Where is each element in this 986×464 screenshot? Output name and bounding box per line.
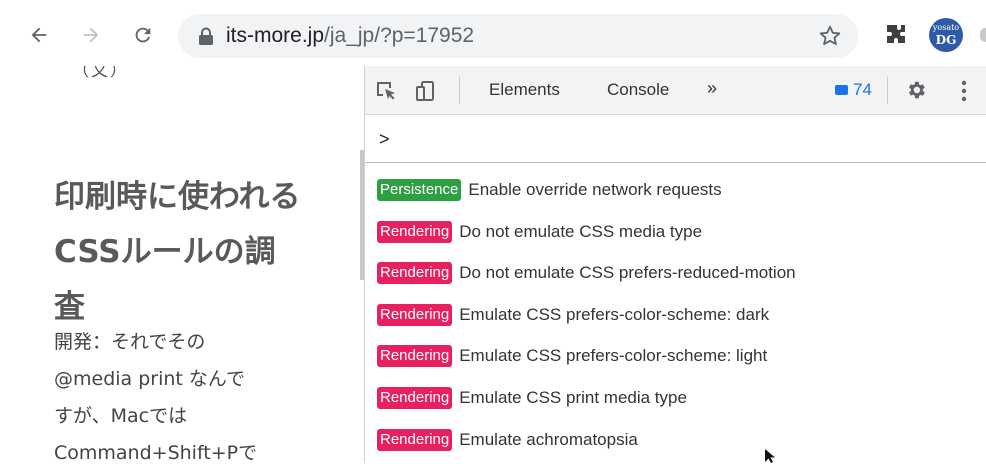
article-body-line: 開発：それでその — [54, 331, 206, 353]
star-icon[interactable] — [818, 24, 842, 48]
command-item[interactable]: Rendering Do not emulate CSS prefers-redu… — [377, 259, 796, 287]
command-label: Do not emulate CSS media type — [459, 222, 703, 241]
command-label: Enable override network requests — [468, 180, 722, 199]
tab-separator — [887, 76, 888, 104]
browser-toolbar: its-more.jp/ja_jp/?p=17952 yosato DG — [0, 0, 986, 66]
command-label: Emulate CSS print media type — [459, 388, 687, 407]
command-category-badge: Rendering — [377, 345, 453, 367]
article-title-line: CSSルールの調 — [54, 234, 276, 270]
devtools-tabbar: Elements Console » 74 — [365, 66, 986, 115]
issues-count: 74 — [853, 80, 872, 99]
avatar-line1: yosato — [932, 23, 960, 32]
command-item[interactable]: Rendering Do not emulate CSS media type — [377, 218, 702, 246]
command-item[interactable]: Rendering Emulate CSS prefers-color-schem… — [377, 342, 767, 370]
article-title-line: 印刷時に使われる — [54, 179, 301, 215]
clipped-top-text: （又） — [72, 66, 129, 80]
puzzle-icon[interactable] — [884, 22, 908, 46]
command-category-badge: Rendering — [377, 262, 453, 284]
command-label: Emulate CSS prefers-color-scheme: light — [459, 346, 768, 365]
reload-icon[interactable] — [130, 22, 156, 48]
profile-menu-edge[interactable] — [980, 28, 986, 42]
avatar-line2: DG — [935, 33, 957, 47]
forward-arrow-icon[interactable] — [78, 22, 104, 48]
command-category-badge: Rendering — [377, 221, 453, 243]
device-toolbar-icon[interactable] — [415, 80, 437, 102]
tab-console[interactable]: Console — [607, 80, 669, 100]
command-category-badge: Rendering — [377, 429, 453, 451]
command-item[interactable]: Rendering Emulate CSS print media type — [377, 384, 687, 412]
command-label: Emulate achromatopsia — [459, 430, 638, 449]
message-icon — [835, 85, 848, 95]
mouse-cursor-icon — [765, 449, 775, 463]
command-label: Do not emulate CSS prefers-reduced-motio… — [459, 263, 796, 282]
command-item[interactable]: Persistence Enable override network reque… — [377, 176, 722, 204]
lock-icon[interactable] — [198, 27, 214, 45]
url-text[interactable]: its-more.jp/ja_jp/?p=17952 — [226, 24, 474, 48]
command-category-badge: Rendering — [377, 387, 453, 409]
command-menu-input-container — [365, 115, 986, 163]
more-tabs-button[interactable]: » — [707, 78, 717, 99]
article-body-line: @media print なんで — [54, 368, 245, 390]
command-label: Emulate CSS prefers-color-scheme: dark — [459, 305, 770, 324]
command-menu-input[interactable] — [377, 123, 971, 155]
issues-counter[interactable]: 74 — [835, 80, 872, 100]
address-bar[interactable]: its-more.jp/ja_jp/?p=17952 — [178, 14, 858, 58]
kebab-menu-icon[interactable] — [961, 80, 967, 102]
tab-separator — [459, 76, 460, 104]
url-domain: its-more.jp — [226, 24, 325, 47]
article-body: 開発：それでその @media print なんで すが、Macでは Comma… — [54, 324, 324, 463]
command-category-badge: Persistence — [377, 179, 462, 201]
page-content: （又） 印刷時に使われる CSSルールの調 査 開発：それでその @media … — [0, 66, 358, 463]
article-title: 印刷時に使われる CSSルールの調 査 — [54, 170, 334, 335]
gear-icon[interactable] — [905, 79, 927, 101]
command-category-badge: Rendering — [377, 304, 453, 326]
back-arrow-icon[interactable] — [26, 22, 52, 48]
devtools-panel: Elements Console » 74 Persistence Enable … — [364, 66, 986, 463]
article-body-line: すが、Macでは — [54, 405, 188, 427]
command-item[interactable]: Rendering Emulate CSS prefers-color-schem… — [377, 301, 769, 329]
command-item[interactable]: Rendering Emulate achromatopsia — [377, 426, 638, 454]
tab-elements[interactable]: Elements — [489, 80, 560, 100]
url-path: /ja_jp/?p=17952 — [324, 24, 475, 47]
profile-avatar[interactable]: yosato DG — [929, 18, 963, 52]
inspect-element-icon[interactable] — [375, 80, 397, 102]
article-body-line: Command+Shift+Pで — [54, 442, 258, 463]
